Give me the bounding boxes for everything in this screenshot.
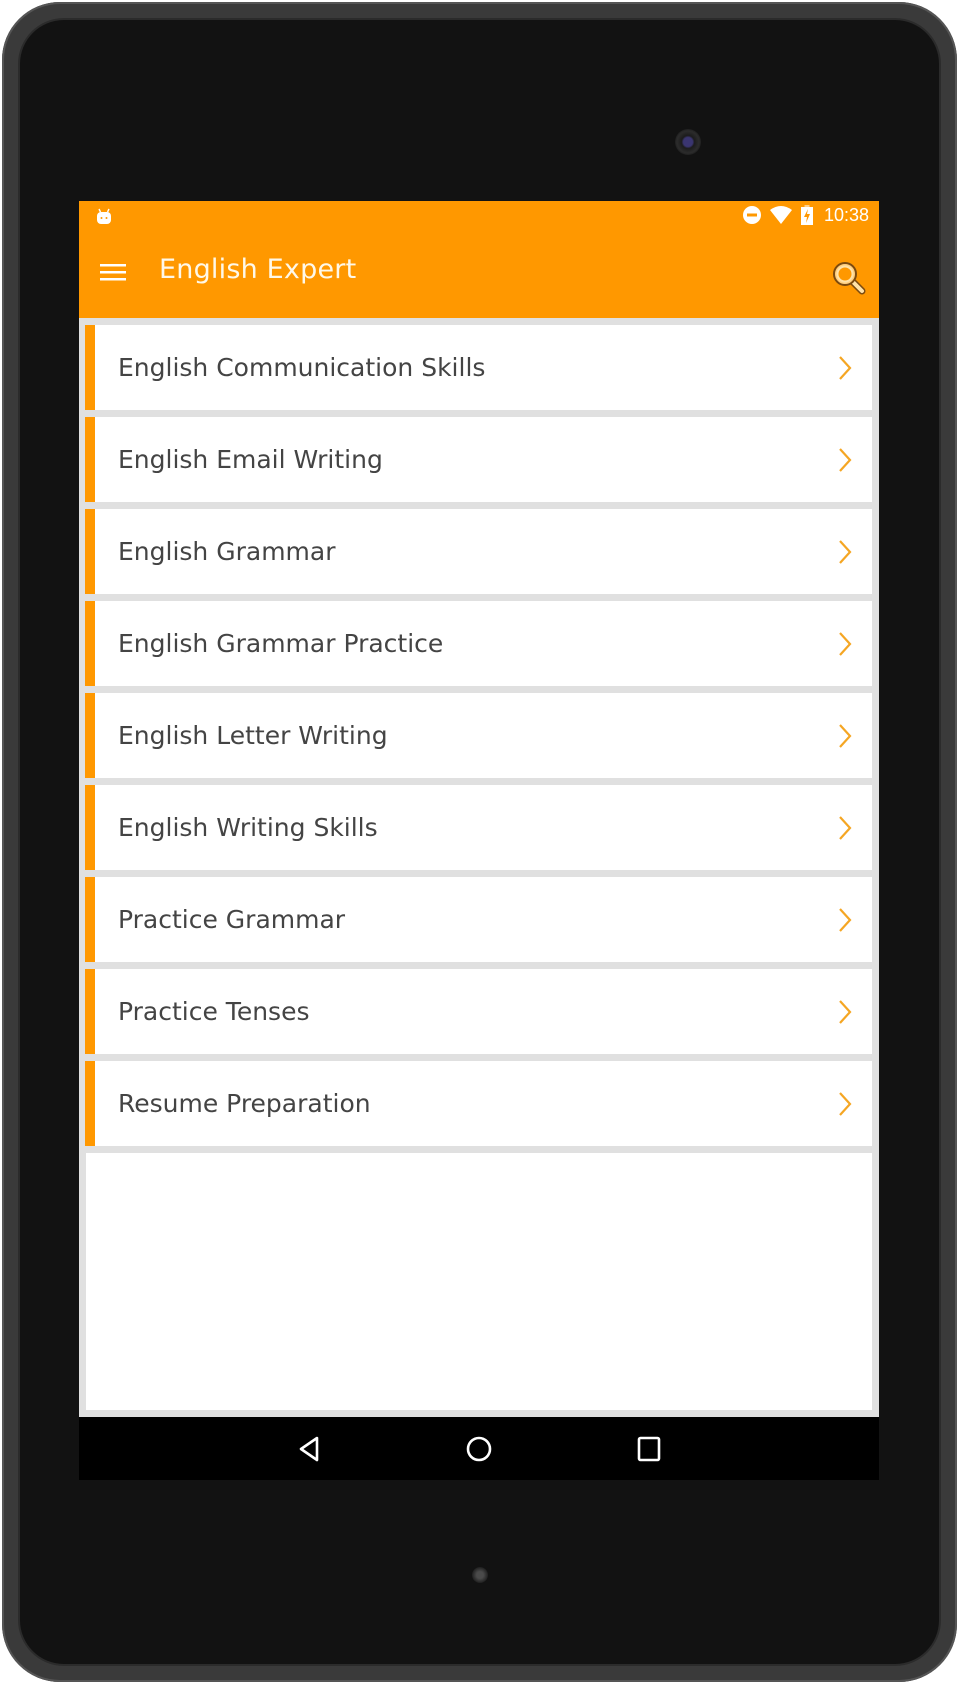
back-triangle-icon <box>299 1436 319 1462</box>
menu-button[interactable] <box>93 252 133 292</box>
list-item[interactable]: Resume Preparation <box>85 1061 872 1146</box>
search-icon <box>833 262 866 295</box>
chevron-right-icon <box>839 540 852 564</box>
accent-bar <box>85 509 95 594</box>
accent-bar <box>85 325 95 410</box>
accent-bar <box>85 877 95 962</box>
chevron-right-icon <box>839 724 852 748</box>
status-time: 10:38 <box>823 204 869 225</box>
battery-charging-icon <box>800 205 813 225</box>
accent-bar <box>85 1061 95 1146</box>
list-item[interactable]: English Grammar <box>85 509 872 594</box>
home-button[interactable] <box>463 1433 495 1465</box>
front-camera <box>675 129 701 155</box>
back-button[interactable] <box>293 1433 325 1465</box>
android-notification-icon <box>97 208 111 224</box>
list-item[interactable]: Practice Tenses <box>85 969 872 1054</box>
accent-bar <box>85 693 95 778</box>
chevron-right-icon <box>839 1000 852 1024</box>
search-button[interactable] <box>829 258 869 298</box>
wifi-icon <box>769 206 792 224</box>
list-item[interactable]: English Grammar Practice <box>85 601 872 686</box>
chevron-right-icon <box>839 448 852 472</box>
do-not-disturb-icon <box>742 206 761 224</box>
topic-list: English Communication Skills English Emai… <box>85 325 872 1153</box>
accent-bar <box>85 969 95 1054</box>
recents-square-icon <box>637 1436 661 1462</box>
chevron-right-icon <box>839 1092 852 1116</box>
app-screen: 10:38 English Expert English Communicati… <box>79 201 879 1480</box>
list-item[interactable]: English Communication Skills <box>85 325 872 410</box>
accent-bar <box>85 785 95 870</box>
list-item-label: Practice Grammar <box>118 905 346 934</box>
accent-bar <box>85 417 95 502</box>
notification-led <box>472 1567 488 1583</box>
list-item[interactable]: English Letter Writing <box>85 693 872 778</box>
list-item-label: Resume Preparation <box>118 1089 371 1118</box>
accent-bar <box>85 601 95 686</box>
list-item-label: English Email Writing <box>118 445 383 474</box>
list-item[interactable]: English Writing Skills <box>85 785 872 870</box>
list-item-label: English Communication Skills <box>118 353 486 382</box>
chevron-right-icon <box>839 816 852 840</box>
list-item-label: English Letter Writing <box>118 721 388 750</box>
list-item-label: English Grammar Practice <box>118 629 444 658</box>
list-item-label: Practice Tenses <box>118 997 310 1026</box>
chevron-right-icon <box>839 356 852 380</box>
list-item[interactable]: English Email Writing <box>85 417 872 502</box>
list-item-label: English Writing Skills <box>118 813 378 842</box>
hamburger-menu-icon <box>100 264 126 281</box>
recents-button[interactable] <box>633 1433 665 1465</box>
status-icons: 10:38 <box>742 204 869 226</box>
chevron-right-icon <box>839 632 852 656</box>
app-title: English Expert <box>159 254 357 285</box>
chevron-right-icon <box>839 908 852 932</box>
list-item-label: English Grammar <box>118 537 336 566</box>
list-item[interactable]: Practice Grammar <box>85 877 872 962</box>
empty-list-area <box>86 1153 872 1410</box>
home-circle-icon <box>466 1436 492 1462</box>
app-toolbar: English Expert <box>79 228 879 318</box>
status-bar: 10:38 <box>79 201 879 228</box>
navigation-bar <box>79 1417 879 1480</box>
